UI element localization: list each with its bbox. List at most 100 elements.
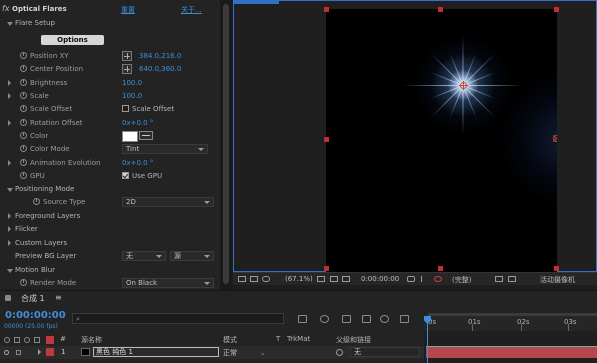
crosshair-icon[interactable]: [122, 64, 132, 74]
reset-link[interactable]: 重置: [121, 5, 135, 15]
expand-arrow-icon[interactable]: [8, 240, 11, 246]
snapshot-icon[interactable]: [407, 276, 415, 282]
prop-flare-setup[interactable]: Flare Setup: [0, 17, 220, 30]
eye-icon[interactable]: [4, 350, 9, 355]
fx-toggle[interactable]: fx: [2, 4, 10, 13]
crosshair-icon[interactable]: [122, 51, 132, 61]
bounds-handle[interactable]: [438, 266, 443, 271]
prop-value[interactable]: 384.0,216.0: [139, 52, 181, 60]
menu-icon[interactable]: ≡: [55, 293, 62, 302]
mask-view-icon[interactable]: [262, 276, 270, 282]
options-button[interactable]: Options: [41, 35, 104, 45]
color-swatch[interactable]: [122, 131, 138, 142]
scale-offset-checkbox[interactable]: [122, 105, 129, 112]
bounds-handle[interactable]: [324, 7, 329, 12]
layer-name-field[interactable]: 黑色 纯色 1: [93, 347, 219, 357]
prop-positioning-mode[interactable]: Positioning Mode: [0, 183, 220, 196]
solo-toggle-icon[interactable]: [24, 337, 30, 343]
stopwatch-icon[interactable]: [20, 65, 27, 72]
stopwatch-icon[interactable]: [20, 119, 27, 126]
shy-layers-icon[interactable]: [342, 315, 351, 323]
stopwatch-icon[interactable]: [20, 92, 27, 99]
prop-motion-blur[interactable]: Motion Blur: [0, 264, 220, 277]
comp-mini-flowchart-icon[interactable]: [298, 315, 307, 323]
chevron-down-icon[interactable]: ⌄: [260, 349, 266, 357]
resolution-dropdown[interactable]: (完整): [452, 275, 471, 285]
grid-icon[interactable]: [330, 276, 338, 282]
stopwatch-icon[interactable]: [20, 105, 27, 112]
stopwatch-icon[interactable]: [33, 198, 40, 205]
viewer-timecode[interactable]: 0:00:00:00: [361, 275, 399, 283]
stopwatch-icon[interactable]: [20, 145, 27, 152]
stopwatch-icon[interactable]: [20, 279, 27, 286]
expand-arrow-icon[interactable]: [7, 22, 13, 26]
frame-blending-icon[interactable]: [362, 315, 371, 323]
stopwatch-icon[interactable]: [20, 79, 27, 86]
expand-arrow-icon[interactable]: [8, 213, 11, 219]
prop-foreground-layers[interactable]: Foreground Layers: [0, 210, 220, 223]
color-channels-icon[interactable]: [434, 276, 442, 282]
show-snapshot-icon[interactable]: [421, 276, 429, 282]
expand-arrow-icon[interactable]: [7, 269, 13, 273]
close-icon[interactable]: [5, 295, 11, 301]
comp-tab[interactable]: 合成 1: [21, 293, 45, 304]
prop-value[interactable]: 640.0,360.0: [139, 65, 181, 73]
stopwatch-icon[interactable]: [20, 132, 27, 139]
bounds-handle[interactable]: [324, 137, 329, 142]
motion-blur-icon[interactable]: [380, 315, 389, 323]
bounds-handle[interactable]: [554, 266, 559, 271]
expand-arrow-icon[interactable]: [8, 226, 11, 232]
bounds-handle[interactable]: [324, 266, 329, 271]
prop-custom-layers[interactable]: Custom Layers: [0, 237, 220, 250]
bounds-handle[interactable]: [554, 7, 559, 12]
expand-arrow-icon[interactable]: [8, 93, 11, 99]
source-type-dropdown[interactable]: 2D: [122, 197, 214, 207]
stopwatch-icon[interactable]: [20, 172, 27, 179]
audio-toggle-icon[interactable]: [14, 337, 20, 343]
expand-arrow-icon[interactable]: [8, 80, 11, 86]
pick-whip-icon[interactable]: [336, 349, 343, 356]
region-icon[interactable]: [317, 276, 325, 282]
always-preview-icon[interactable]: [238, 276, 246, 282]
color-mode-dropdown[interactable]: Tint: [122, 144, 208, 154]
zoom-level-dropdown[interactable]: (67.1%): [285, 275, 313, 283]
flare-position-marker[interactable]: [459, 81, 468, 90]
layer-label-color[interactable]: [46, 348, 54, 356]
stopwatch-icon[interactable]: [20, 159, 27, 166]
preview-bg-layer-dropdown[interactable]: 无: [122, 251, 166, 261]
prop-flicker[interactable]: Flicker: [0, 223, 220, 236]
layer-mode-dropdown[interactable]: 正常: [223, 348, 237, 358]
transparency-grid-icon[interactable]: [342, 276, 350, 282]
work-area-bar[interactable]: [428, 313, 597, 316]
expand-arrow-icon[interactable]: [8, 120, 11, 126]
column-trkmat[interactable]: TrkMat: [287, 335, 310, 343]
region-of-interest-icon[interactable]: [495, 276, 503, 282]
prop-value[interactable]: 100.0: [122, 79, 142, 87]
prop-value[interactable]: 0x+0.0 °: [122, 159, 153, 167]
prop-value[interactable]: 100.0: [122, 92, 142, 100]
eyedropper-icon[interactable]: [139, 131, 153, 140]
timeline-search-input[interactable]: ⌕: [72, 313, 284, 324]
stopwatch-icon[interactable]: [20, 52, 27, 59]
monitor-icon[interactable]: [250, 276, 258, 282]
layer-row[interactable]: 1 黑色 纯色 1 正常 ⌄ 无: [0, 346, 424, 359]
prop-value[interactable]: 0x+0.0 °: [122, 119, 153, 127]
video-toggle-icon[interactable]: [4, 337, 10, 343]
layer-duration-bar[interactable]: [426, 347, 597, 358]
graph-editor-icon[interactable]: [400, 315, 409, 323]
use-gpu-checkbox[interactable]: [122, 172, 129, 179]
camera-view-dropdown[interactable]: 活动摄像机: [540, 275, 575, 285]
lock-icon[interactable]: [34, 337, 40, 343]
expand-arrow-icon[interactable]: [8, 160, 11, 166]
composition-canvas[interactable]: [326, 9, 557, 272]
scrollbar-thumb[interactable]: [223, 4, 229, 284]
preview-bg-source-dropdown[interactable]: 源: [170, 251, 214, 261]
about-link[interactable]: 关于...: [181, 5, 202, 15]
effect-panel-scrollbar[interactable]: [220, 0, 232, 290]
column-source-name[interactable]: 源名称: [81, 335, 102, 345]
bounds-handle[interactable]: [438, 7, 443, 12]
audio-icon[interactable]: [16, 350, 21, 355]
timeline-timecode[interactable]: 0:00:00:00: [5, 310, 66, 321]
transparency-toggle-icon[interactable]: [508, 276, 516, 282]
column-parent[interactable]: 父级和链接: [336, 335, 371, 345]
